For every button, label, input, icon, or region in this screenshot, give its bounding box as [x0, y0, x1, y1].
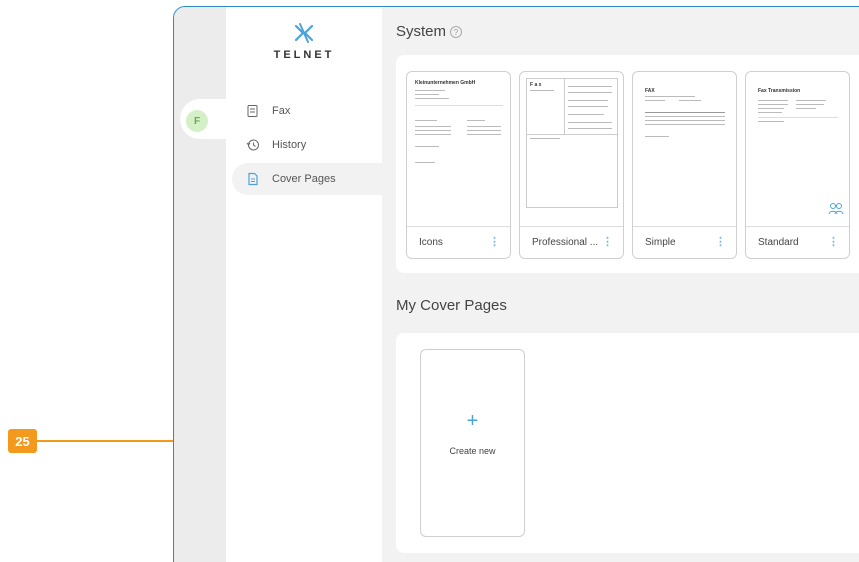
template-name: Icons	[419, 237, 443, 248]
create-new-label: Create new	[449, 446, 496, 456]
sidebar-item-label: Cover Pages	[272, 173, 336, 185]
template-card-standard[interactable]: Fax Transmission Standard ⋮	[745, 71, 850, 259]
template-card-icons[interactable]: Kleinunternehmen GmbH Icons ⋮	[406, 71, 511, 259]
my-cover-pages-panel: + Create new	[396, 333, 859, 553]
template-card-simple[interactable]: FAX Simple ⋮	[632, 71, 737, 259]
callout-badge: 25	[8, 429, 37, 453]
sidebar: TELNET Fax History Cover Pages	[226, 7, 382, 562]
system-section-title: System?	[396, 23, 463, 40]
account-rail	[174, 7, 226, 562]
template-thumbnail: Fax Transmission	[746, 72, 849, 227]
help-icon[interactable]: ?	[450, 26, 463, 39]
more-options-icon[interactable]: ⋮	[715, 235, 726, 248]
thumbnail-title: F a x	[530, 82, 542, 88]
history-icon	[246, 138, 260, 152]
logo[interactable]: TELNET	[226, 21, 382, 61]
create-new-card[interactable]: + Create new	[420, 349, 525, 537]
template-thumbnail: F a x	[520, 72, 623, 227]
shared-users-icon[interactable]	[828, 202, 844, 221]
more-options-icon[interactable]: ⋮	[489, 235, 500, 248]
avatar[interactable]: F	[186, 110, 208, 132]
main-content: System? Kleinunternehmen GmbH Icons ⋮ F …	[382, 7, 859, 562]
template-name: Professional ...	[532, 237, 599, 248]
system-templates-panel: Kleinunternehmen GmbH Icons ⋮ F a x Prof…	[396, 55, 859, 273]
template-card-professional[interactable]: F a x Professional ... ⋮	[519, 71, 624, 259]
thumbnail-title: FAX	[645, 88, 655, 94]
sidebar-nav: Fax History Cover Pages	[232, 95, 382, 197]
thumbnail-title: Kleinunternehmen GmbH	[415, 80, 476, 86]
document-icon	[246, 172, 260, 186]
brand-name: TELNET	[273, 49, 335, 61]
my-cover-pages-title: My Cover Pages	[396, 297, 507, 314]
sidebar-item-label: Fax	[272, 105, 291, 117]
sidebar-item-cover-pages[interactable]: Cover Pages	[232, 163, 382, 195]
fax-icon	[246, 104, 260, 118]
sidebar-item-label: History	[272, 139, 307, 151]
screenshot-stage: 25 F TELNET Fax History Cover Pages Syst…	[0, 0, 859, 562]
template-name: Standard	[758, 237, 799, 248]
thumbnail-frame	[526, 78, 618, 208]
more-options-icon[interactable]: ⋮	[602, 235, 613, 248]
plus-icon: +	[466, 410, 479, 432]
app-window: F TELNET Fax History Cover Pages System …	[173, 6, 859, 562]
thumbnail-title: Fax Transmission	[758, 88, 801, 94]
template-thumbnail: Kleinunternehmen GmbH	[407, 72, 510, 227]
sidebar-item-history[interactable]: History	[232, 129, 382, 161]
section-title-text: System	[396, 23, 447, 40]
telnet-logo-icon	[294, 23, 314, 43]
more-options-icon[interactable]: ⋮	[828, 235, 839, 248]
sidebar-item-fax[interactable]: Fax	[232, 95, 382, 127]
template-name: Simple	[645, 237, 676, 248]
template-thumbnail: FAX	[633, 72, 736, 227]
